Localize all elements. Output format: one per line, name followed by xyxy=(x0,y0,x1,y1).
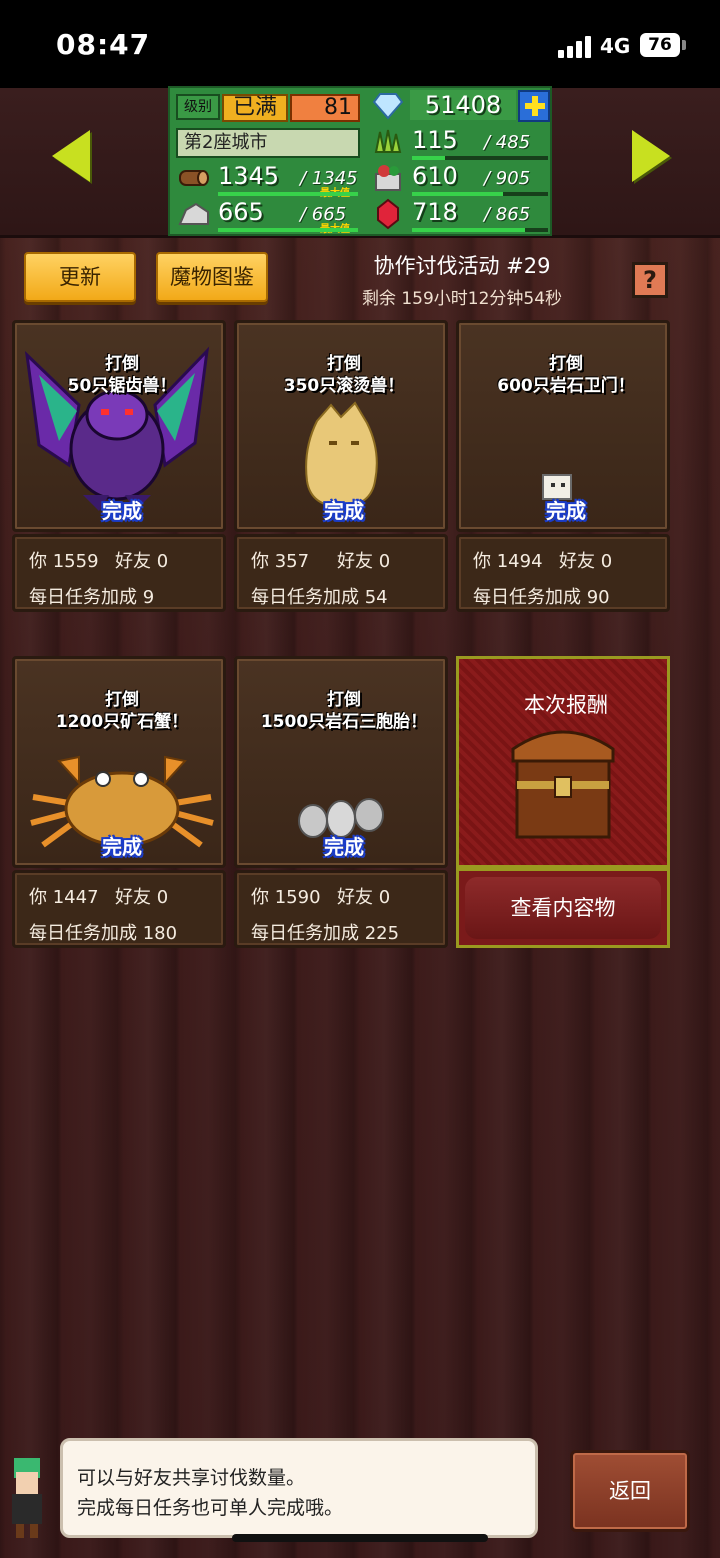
diamond-icon xyxy=(372,93,404,120)
grass-value: 115 xyxy=(412,126,458,154)
food-icon xyxy=(375,165,401,191)
grass-row: 115 / 485 xyxy=(364,126,552,160)
view-contents-button[interactable]: 查看内容物 xyxy=(456,868,670,948)
quest-card-top: 打倒 600只岩石卫门！ 完成 xyxy=(456,320,670,532)
city-name: 第2座城市 xyxy=(176,128,360,158)
quest-status: 完成 xyxy=(102,835,142,859)
signal-icon xyxy=(558,36,592,58)
quest-title-line2: 600只岩石卫门！ xyxy=(497,376,635,396)
status-time: 08:47 xyxy=(56,28,151,61)
wood-bar-fill xyxy=(218,192,358,196)
quest-card-4[interactable]: 打倒 1200只矿石蟹！ 完成 你 1447 好友 0 每日任务加成 180 xyxy=(12,656,226,948)
daily-bonus: 每日任务加成 225 xyxy=(251,923,400,944)
quest-card-3[interactable]: 打倒 600只岩石卫门！ 完成 你 1494 好友 0 每日任务加成 90 xyxy=(456,320,670,612)
level-value: 81 xyxy=(290,94,360,122)
quest-card-top: 打倒 350只滚烫兽！ 完成 xyxy=(234,320,448,532)
food-row: 610 / 905 xyxy=(364,162,552,196)
back-button[interactable]: 返回 xyxy=(570,1450,690,1532)
quest-card-stats: 你 1559 好友 0 每日任务加成 9 xyxy=(12,534,226,612)
daily-bonus: 每日任务加成 9 xyxy=(29,587,155,608)
event-title: 协作讨伐活动 #29 xyxy=(373,254,551,278)
quest-status: 完成 xyxy=(546,499,586,523)
network-label: 4G xyxy=(600,34,631,58)
quest-card-top: 打倒 1500只岩石三胞胎！ 完成 xyxy=(234,656,448,868)
tip-speech-bubble: 可以与好友共享讨伐数量。 完成每日任务也可单人完成哦。 xyxy=(60,1438,538,1538)
friend-count: 好友 0 xyxy=(115,551,169,572)
quest-card-top: 打倒 1200只矿石蟹！ 完成 xyxy=(12,656,226,868)
food-bar-fill xyxy=(412,192,503,196)
quest-status: 完成 xyxy=(102,499,142,523)
reward-title: 本次报酬 xyxy=(524,693,608,717)
quest-status: 完成 xyxy=(324,499,364,523)
reward-card: 本次报酬 查看内容物 xyxy=(456,656,670,948)
friend-count: 好友 0 xyxy=(559,551,613,572)
quest-title-line2: 1200只矿石蟹！ xyxy=(55,712,189,732)
your-count: 你 1559 xyxy=(29,551,99,572)
quest-card-5[interactable]: 打倒 1500只岩石三胞胎！ 完成 你 1590 好友 0 每日任务加成 225 xyxy=(234,656,448,948)
quest-card-stats: 你 1447 好友 0 每日任务加成 180 xyxy=(12,870,226,948)
quest-card-1[interactable]: 打倒 50只锯齿兽！ 完成 你 1559 好友 0 每日任务加成 9 xyxy=(12,320,226,612)
quest-card-stats: 你 1590 好友 0 每日任务加成 225 xyxy=(234,870,448,948)
daily-bonus: 每日任务加成 90 xyxy=(473,587,610,608)
treasure-chest-icon xyxy=(511,730,615,839)
stone-value: 665 xyxy=(218,198,264,226)
quest-status: 完成 xyxy=(324,835,364,859)
battery-icon: 76 xyxy=(640,33,680,57)
prev-city-arrow-icon[interactable] xyxy=(52,130,90,182)
stone-row: 665 / 665 最大值 xyxy=(170,198,362,235)
grass-icon xyxy=(374,129,402,153)
wood-icon xyxy=(179,170,209,186)
level-status: 已满 xyxy=(222,94,288,122)
tip-line-2: 完成每日任务也可单人完成哦。 xyxy=(77,1497,344,1519)
view-contents-label: 查看内容物 xyxy=(465,877,661,939)
quest-card-stats: 你 1494 好友 0 每日任务加成 90 xyxy=(456,534,670,612)
battery-tip xyxy=(682,40,686,50)
quest-card-top: 打倒 50只锯齿兽！ 完成 xyxy=(12,320,226,532)
friend-count: 好友 0 xyxy=(115,887,169,908)
quest-title-line2: 50只锯齿兽！ xyxy=(67,376,177,396)
ruby-max: / 865 xyxy=(484,204,531,225)
food-max: / 905 xyxy=(484,168,531,189)
daily-bonus: 每日任务加成 54 xyxy=(251,587,388,608)
help-button[interactable]: ? xyxy=(632,262,668,298)
reward-panel: 本次报酬 xyxy=(456,656,670,868)
grass-max: / 485 xyxy=(484,132,531,153)
wood-value: 1345 xyxy=(218,162,280,190)
wood-row: 1345 / 1345 最大值 xyxy=(170,162,362,199)
your-count: 你 1494 xyxy=(473,551,543,572)
quest-title-line2: 1500只岩石三胞胎！ xyxy=(260,712,428,732)
ruby-bar-fill xyxy=(412,228,525,232)
next-city-arrow-icon[interactable] xyxy=(632,130,670,182)
grass-bar-fill xyxy=(412,156,445,160)
your-count: 你 357 xyxy=(251,551,310,572)
resource-panel: 级别 已满 81 第2座城市 1345 / 1345 最大值 665 / 665… xyxy=(168,86,552,236)
stone-icon xyxy=(178,202,209,225)
home-indicator[interactable] xyxy=(232,1534,488,1542)
ruby-row: 718 / 865 xyxy=(364,198,552,232)
quest-title-line2: 350只滚烫兽！ xyxy=(283,376,405,396)
quest-card-2[interactable]: 打倒 350只滚烫兽！ 完成 你 357 好友 0 每日任务加成 54 xyxy=(234,320,448,612)
ruby-icon xyxy=(377,198,399,230)
gems-value: 51408 xyxy=(410,90,516,120)
add-gems-button[interactable] xyxy=(518,90,550,122)
daily-bonus: 每日任务加成 180 xyxy=(29,923,178,944)
refresh-button[interactable]: 更新 xyxy=(24,252,136,302)
friend-count: 好友 0 xyxy=(337,551,391,572)
bestiary-button[interactable]: 魔物图鉴 xyxy=(156,252,268,302)
ruby-value: 718 xyxy=(412,198,458,226)
event-remaining: 剩余 159小时12分钟54秒 xyxy=(361,289,563,309)
npc-avatar-icon xyxy=(12,1458,42,1538)
your-count: 你 1590 xyxy=(251,887,321,908)
tip-line-1: 可以与好友共享讨伐数量。 xyxy=(77,1467,306,1489)
level-label: 级别 xyxy=(176,94,220,120)
stone-bar-fill xyxy=(218,228,358,232)
friend-count: 好友 0 xyxy=(337,887,391,908)
status-bar: 08:47 4G 76 xyxy=(0,0,720,88)
your-count: 你 1447 xyxy=(29,887,99,908)
food-value: 610 xyxy=(412,162,458,190)
quest-card-stats: 你 357 好友 0 每日任务加成 54 xyxy=(234,534,448,612)
